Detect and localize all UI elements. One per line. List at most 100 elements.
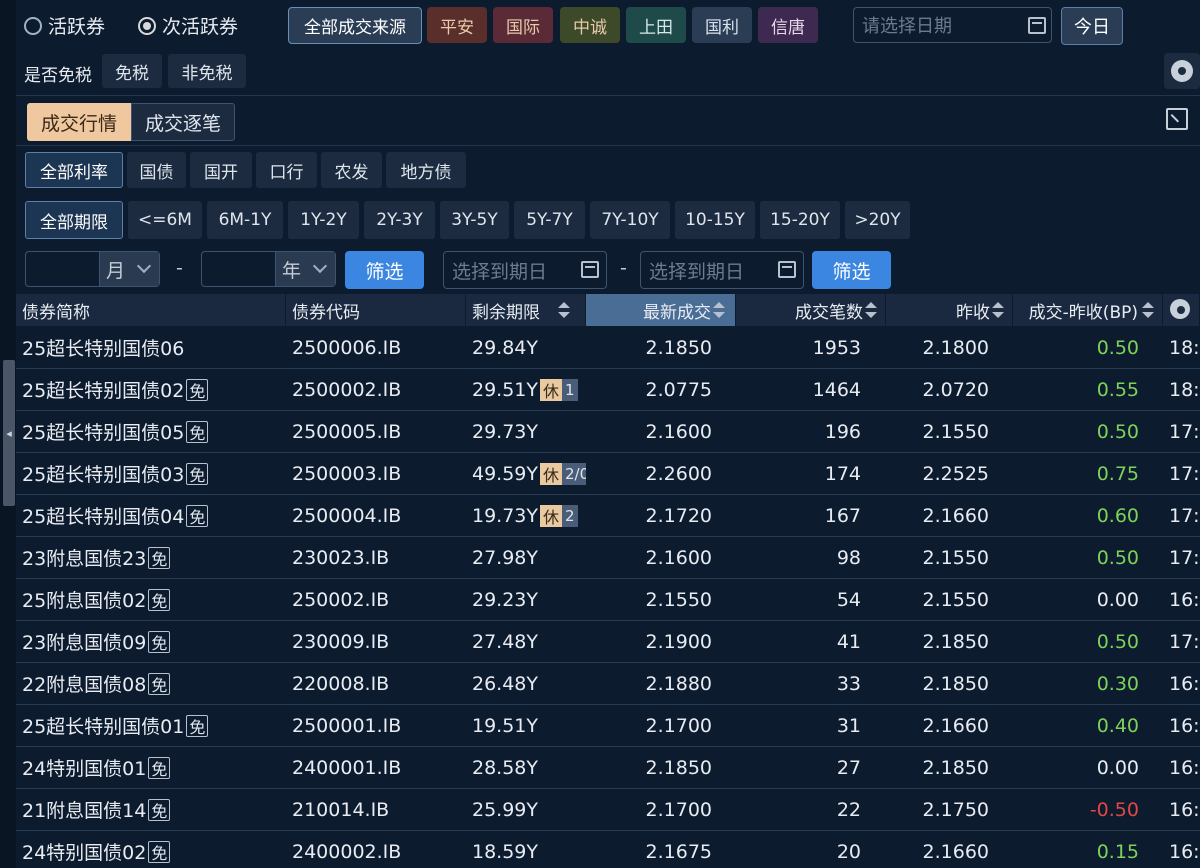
collapse-handle[interactable]: ◂ [3,360,15,506]
header-last-trade[interactable]: 最新成交 [586,294,736,326]
table-row[interactable]: 22附息国债08 免 220008.IB 26.48Y 2.1880 33 2.1850 0.… [16,663,1200,705]
term-chip-9[interactable]: 15-20Y [760,201,840,239]
maturity-start-input[interactable]: 选择到期日 [443,251,607,289]
sort-icon [865,302,877,318]
cell-prev-close: 2.1850 [922,756,989,779]
tax-free-badge: 免 [148,840,171,863]
header-bond-code[interactable]: 债券代码 [286,294,466,326]
table-row[interactable]: 23附息国债23 免 230023.IB 27.98Y 2.1600 98 2.1550 0.… [16,537,1200,579]
chevron-down-icon [312,258,328,274]
header-bond-name[interactable]: 债券简称 [16,294,286,326]
cell-bp-change: -0.50 [1089,798,1139,821]
cell-time: 17:1 [1169,546,1200,569]
tax-free-badge: 免 [186,378,209,401]
cell-bond-name: 25超长特别国债05 免 [22,411,286,452]
table-row[interactable]: 25超长特别国债05 免 2500005.IB 29.73Y 2.1600 196 2.15… [16,411,1200,453]
rest-count: 2/0 [562,462,586,485]
table-row[interactable]: 21附息国债14 免 210014.IB 25.99Y 2.1700 22 2.1750 -0… [16,789,1200,831]
cell-bond-name: 23附息国债23 免 [22,537,286,578]
source-chip-5[interactable]: 国利 [692,7,752,43]
category-chip-2[interactable]: 国开 [190,152,252,188]
source-chip-3[interactable]: 中诚 [560,7,620,43]
expand-icon[interactable] [1166,108,1188,130]
today-button[interactable]: 今日 [1061,7,1123,45]
header-remaining-term[interactable]: 剩余期限 [466,294,586,326]
term-chip-7[interactable]: 7Y-10Y [590,201,670,239]
cell-bond-code: 2500005.IB [292,420,402,443]
month-range-input[interactable]: 月 [25,251,160,287]
filter-button-term[interactable]: 筛选 [345,251,424,289]
cell-last-trade: 2.2600 [645,462,712,485]
term-chip-1[interactable]: <=6M [128,201,202,239]
source-chip-6[interactable]: 信唐 [758,7,818,43]
tab-trade-details[interactable]: 成交逐笔 [131,103,235,141]
bond-name-text: 23附息国债23 [22,548,147,570]
term-chip-6[interactable]: 5Y-7Y [514,201,585,239]
table-row[interactable]: 25超长特别国债02 免 2500002.IB 29.51Y 休 1 2.0775 1464 2… [16,369,1200,411]
date-picker-input[interactable]: 请选择日期 [853,7,1052,43]
source-chip-2[interactable]: 国际 [493,7,553,43]
category-chip-3[interactable]: 口行 [256,152,317,188]
maturity-start-placeholder: 选择到期日 [452,260,548,283]
year-unit-select[interactable]: 年 [276,252,335,286]
year-range-input[interactable]: 年 [201,251,336,287]
year-value-field[interactable] [202,252,276,286]
term-chip-10[interactable]: >20Y [845,201,910,239]
cell-prev-close: 2.1550 [922,420,989,443]
maturity-end-input[interactable]: 选择到期日 [640,251,804,289]
category-chip-0[interactable]: 全部利率 [25,152,123,188]
month-unit-select[interactable]: 月 [100,252,159,286]
source-chip-0[interactable]: 全部成交来源 [288,7,422,44]
table-row[interactable]: 25超长特别国债01 免 2500001.IB 19.51Y 2.1700 31 2.166… [16,705,1200,747]
non-tax-free-chip[interactable]: 非免税 [168,54,246,88]
cell-remaining-term: 29.23Y [472,579,586,620]
cell-prev-close: 2.1850 [922,672,989,695]
radio-active-bonds[interactable]: 活跃券 [24,12,105,39]
header-bp-change[interactable]: 成交-昨收(BP) [1013,294,1163,326]
cell-bond-name: 25附息国债02 免 [22,579,286,620]
category-chip-1[interactable]: 国债 [127,152,186,188]
month-value-field[interactable] [26,252,100,286]
tax-free-chip[interactable]: 免税 [102,54,162,88]
cell-remaining-term: 27.98Y [472,537,586,578]
term-text: 28.58Y [472,756,538,779]
table-row[interactable]: 23附息国债09 免 230009.IB 27.48Y 2.1900 41 2.1850 0.… [16,621,1200,663]
cell-bond-name: 22附息国债08 免 [22,663,286,704]
table-row[interactable]: 24特别国债02 免 2400002.IB 18.59Y 2.1675 20 2.1660 0… [16,831,1200,868]
header-trade-count[interactable]: 成交笔数 [736,294,886,326]
table-row[interactable]: 25超长特别国债03 免 2500003.IB 49.59Y 休 2/0 2.2600 174… [16,453,1200,495]
term-chip-2[interactable]: 6M-1Y [207,201,283,239]
cell-time: 17:1 [1169,462,1200,485]
header-prev-close[interactable]: 昨收 [886,294,1013,326]
tax-free-badge: 免 [148,756,171,779]
cell-remaining-term: 19.73Y 休 2 [472,495,586,536]
term-chip-4[interactable]: 2Y-3Y [364,201,435,239]
tab-trade-quotes[interactable]: 成交行情 [27,103,131,141]
term-text: 29.23Y [472,588,538,611]
cell-bond-code: 230023.IB [292,546,390,569]
term-chip-8[interactable]: 10-15Y [675,201,755,239]
category-chip-5[interactable]: 地方债 [386,152,466,188]
table-row[interactable]: 25附息国债02 免 250002.IB 29.23Y 2.1550 54 2.1550 0.… [16,579,1200,621]
cell-bp-change: 0.75 [1096,462,1139,485]
term-text: 26.48Y [472,672,538,695]
term-chip-5[interactable]: 3Y-5Y [440,201,509,239]
settings-button[interactable] [1164,53,1200,89]
term-chip-3[interactable]: 1Y-2Y [288,201,359,239]
term-chip-0[interactable]: 全部期限 [25,201,123,239]
cell-bp-change: 0.50 [1096,336,1139,359]
source-chip-4[interactable]: 上田 [626,7,686,43]
category-chip-4[interactable]: 农发 [321,152,382,188]
radio-sub-active-bonds[interactable]: 次活跃券 [138,12,238,39]
table-row[interactable]: 25超长特别国债04 免 2500004.IB 19.73Y 休 2 2.1720 167 2.… [16,495,1200,537]
cell-bp-change: 0.15 [1096,840,1139,863]
table-row[interactable]: 25超长特别国债06 2500006.IB 29.84Y 2.1850 1953 2.18… [16,327,1200,369]
cell-bp-change: 0.60 [1096,504,1139,527]
column-settings[interactable] [1163,294,1200,326]
range-dash: - [176,257,183,279]
table-row[interactable]: 24特别国债01 免 2400001.IB 28.58Y 2.1850 27 2.1850 0… [16,747,1200,789]
source-chip-1[interactable]: 平安 [427,7,487,43]
cell-last-trade: 2.0775 [645,378,712,401]
filter-button-maturity[interactable]: 筛选 [812,251,891,289]
cell-trade-count: 33 [836,672,861,695]
